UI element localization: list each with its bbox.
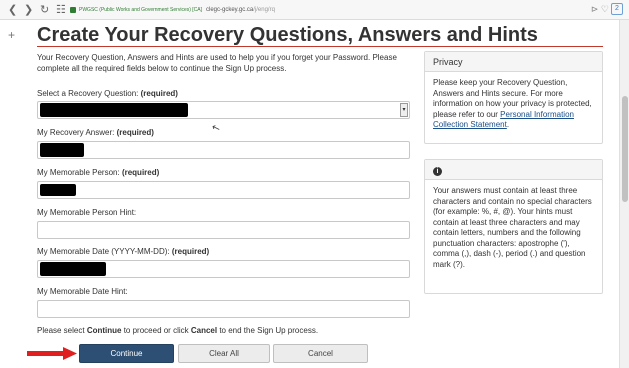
page-title: Create Your Recovery Questions, Answers … [37, 24, 538, 46]
person-label: My Memorable Person: (required) [37, 168, 160, 177]
info-body: Your answers must contain at least three… [433, 186, 592, 269]
privacy-panel: Privacy Please keep your Recovery Questi… [424, 51, 603, 144]
recovery-answer-input[interactable] [37, 141, 410, 159]
site-identity: PWGSC (Public Works and Government Servi… [79, 7, 202, 13]
info-heading: i [425, 160, 602, 180]
instruction-text: Please select Continue to proceed or cli… [37, 326, 319, 335]
privacy-heading: Privacy [425, 52, 602, 72]
redacted-value [40, 184, 76, 196]
info-icon: i [433, 167, 442, 176]
lock-icon [70, 6, 76, 13]
answer-label: My Recovery Answer: (required) [37, 128, 154, 137]
info-panel: i Your answers must contain at least thr… [424, 159, 603, 294]
date-hint-label: My Memorable Date Hint: [37, 287, 128, 296]
memorable-person-hint-input[interactable] [37, 221, 410, 239]
url-host: clegc-gckey.gc.ca [206, 7, 254, 13]
intro-text: Your Recovery Question, Answers and Hint… [37, 53, 397, 73]
continue-button[interactable]: Continue [79, 344, 174, 363]
redacted-value [40, 143, 84, 157]
mouse-cursor-icon: ↖ [210, 121, 223, 136]
chevron-down-icon[interactable]: ▾ [400, 103, 408, 117]
plus-icon[interactable]: + [8, 28, 15, 42]
memorable-person-input[interactable] [37, 181, 410, 199]
scrollbar-thumb[interactable] [622, 96, 628, 202]
memorable-date-hint-input[interactable] [37, 300, 410, 318]
redacted-value [40, 103, 188, 117]
scrollbar[interactable] [619, 20, 629, 368]
question-label: Select a Recovery Question: (required) [37, 89, 178, 98]
redacted-value [40, 262, 106, 276]
reload-icon[interactable]: ↻ [40, 3, 49, 17]
bookmark-icon[interactable]: ⊳ ♡ [591, 4, 609, 15]
recovery-question-select[interactable]: ▾ [37, 101, 410, 119]
forward-icon[interactable]: ❯ [24, 3, 33, 17]
title-divider [37, 46, 603, 47]
browser-toolbar: ❮ ❯ ↻ ☷ PWGSC (Public Works and Governme… [0, 0, 629, 20]
address-bar[interactable]: PWGSC (Public Works and Government Servi… [70, 4, 590, 16]
cancel-button[interactable]: Cancel [273, 344, 368, 363]
privacy-body: Please keep your Recovery Question, Answ… [433, 78, 592, 129]
date-label: My Memorable Date (YYYY-MM-DD): (require… [37, 247, 210, 256]
annotation-arrow-icon [27, 347, 77, 360]
apps-grid-icon[interactable]: ☷ [56, 3, 66, 17]
back-icon[interactable]: ❮ [8, 3, 17, 17]
person-hint-label: My Memorable Person Hint: [37, 208, 137, 217]
memorable-date-input[interactable] [37, 260, 410, 278]
url-path: /j/eng/rq [253, 7, 275, 13]
extension-icon[interactable]: 2 [611, 3, 623, 15]
clear-all-button[interactable]: Clear All [178, 344, 270, 363]
